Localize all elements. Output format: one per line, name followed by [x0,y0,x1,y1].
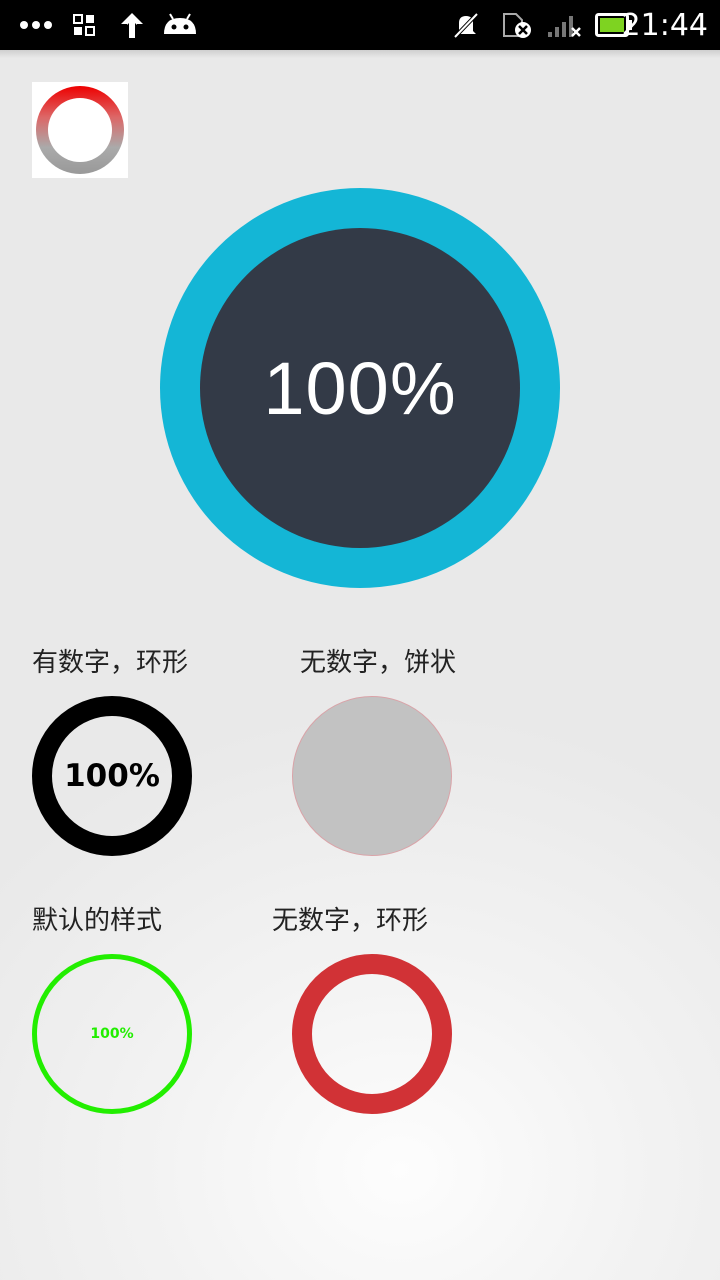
progress-ring-number: 100% [64,758,160,794]
android-icon [162,0,198,50]
main-progress-center: 100% [200,228,520,548]
upload-arrow-icon [118,0,146,50]
sim-error-icon [500,0,534,50]
progress-pie-without-number [292,696,452,856]
signal-none-icon [546,0,582,50]
label-ring-with-number: 有数字，环形 [32,648,189,678]
status-bar: 21:44 [0,0,720,50]
progress-default-number: 100% [90,1026,134,1042]
app-icon-thumbnail [32,82,128,178]
clock: 21:44 [621,8,708,43]
label-default-style: 默认的样式 [32,906,163,936]
ring-progress-icon [36,86,124,174]
main-progress-text: 100% [263,346,457,430]
label-pie-without-number: 无数字，饼状 [300,648,457,678]
more-dots-icon [18,0,54,50]
progress-ring-without-number [292,954,452,1114]
main-progress-ring: 100% [160,188,560,588]
apps-grid-icon [72,0,96,50]
progress-default-style: 100% [32,954,192,1114]
progress-ring-with-number: 100% [32,696,192,856]
notifications-off-icon [452,0,480,50]
label-ring-without-number: 无数字，环形 [272,906,429,936]
action-bar-shadow [0,50,720,58]
